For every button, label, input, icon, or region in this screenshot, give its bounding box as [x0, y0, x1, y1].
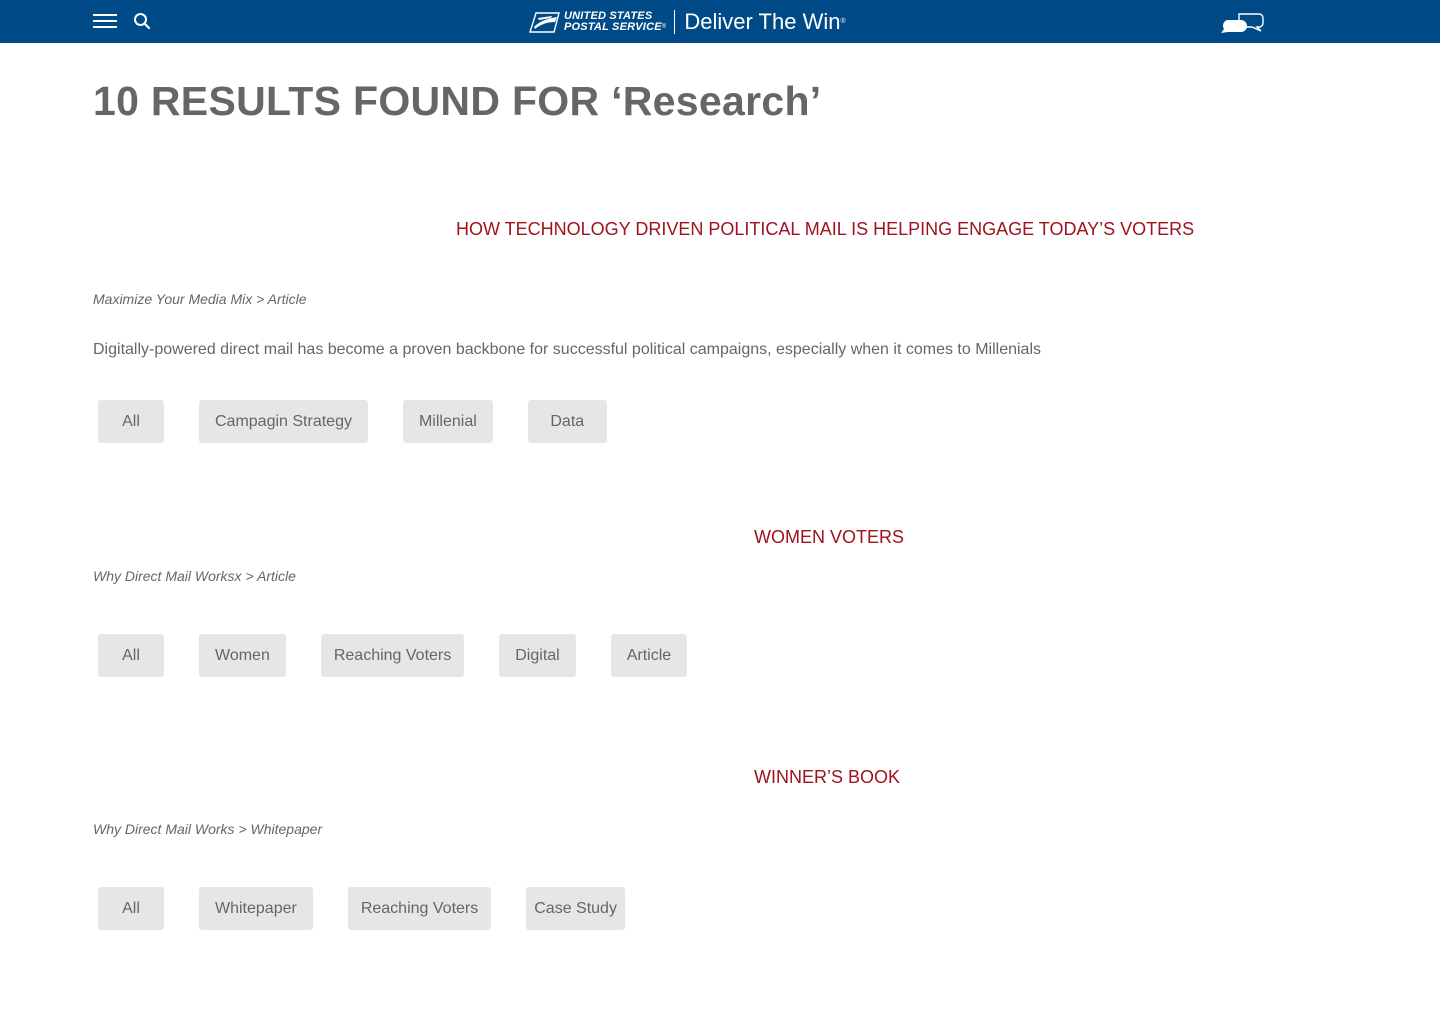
tag-reaching-voters[interactable]: Reaching Voters	[347, 887, 492, 930]
eagle-logo-icon	[529, 12, 560, 33]
tag-all[interactable]: All	[98, 400, 164, 443]
tag-article[interactable]: Article	[610, 634, 688, 677]
usps-wordmark: UNITED STATES POSTAL SERVICE®	[564, 10, 667, 33]
brand-divider	[674, 10, 676, 34]
result-tags-1: All Campagin Strategy Millenial Data	[98, 400, 607, 443]
tag-whitepaper[interactable]: Whitepaper	[199, 887, 313, 930]
chat-icon[interactable]	[1219, 12, 1265, 34]
result-title-3[interactable]: WINNER’S BOOK	[754, 767, 900, 788]
tag-reaching-voters[interactable]: Reaching Voters	[320, 634, 465, 677]
result-breadcrumb-2: Why Direct Mail Worksx > Article	[93, 568, 296, 584]
result-description-1: Digitally-powered direct mail has become…	[93, 341, 1041, 358]
search-icon[interactable]	[133, 12, 151, 30]
tagline: Deliver The Win®	[684, 9, 846, 34]
tag-all[interactable]: All	[98, 887, 164, 930]
menu-icon[interactable]	[93, 14, 117, 28]
tag-women[interactable]: Women	[199, 634, 286, 677]
result-breadcrumb-3: Why Direct Mail Works > Whitepaper	[93, 821, 323, 837]
page-title: 10 RESULTS FOUND FOR ‘Research’	[93, 78, 822, 124]
result-tags-3: All Whitepaper Reaching Voters Case Stud…	[98, 887, 625, 930]
tag-millenial[interactable]: Millenial	[402, 400, 493, 443]
result-breadcrumb-1: Maximize Your Media Mix > Article	[93, 291, 307, 307]
tag-campaign-strategy[interactable]: Campagin Strategy	[199, 400, 368, 443]
result-title-2[interactable]: WOMEN VOTERS	[754, 527, 904, 548]
tag-all[interactable]: All	[98, 634, 164, 677]
top-navigation-bar: UNITED STATES POSTAL SERVICE® Deliver Th…	[0, 0, 1440, 43]
tag-case-study[interactable]: Case Study	[526, 887, 625, 930]
result-title-1[interactable]: HOW TECHNOLOGY DRIVEN POLITICAL MAIL IS …	[456, 219, 1194, 240]
tag-data[interactable]: Data	[527, 400, 607, 443]
tag-digital[interactable]: Digital	[499, 634, 576, 677]
brand-line-2: POSTAL SERVICE	[564, 21, 662, 33]
result-tags-2: All Women Reaching Voters Digital Articl…	[98, 634, 688, 677]
brand-logo[interactable]: UNITED STATES POSTAL SERVICE® Deliver Th…	[528, 8, 846, 36]
